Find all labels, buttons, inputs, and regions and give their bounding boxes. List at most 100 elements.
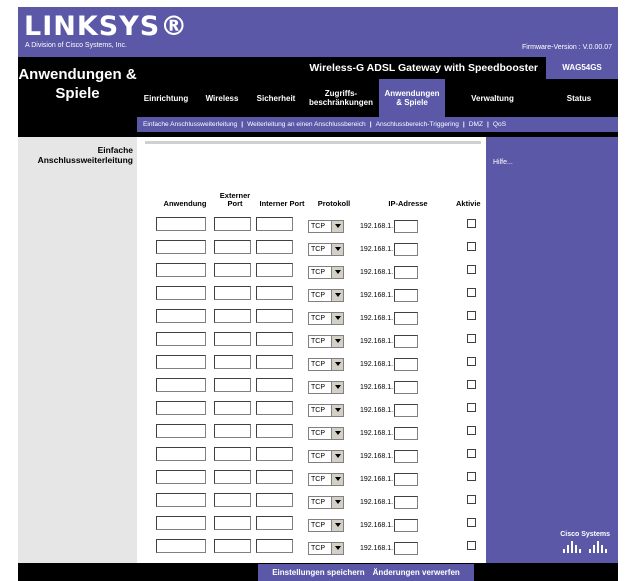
enabled-checkbox[interactable] <box>466 402 476 412</box>
tab-status[interactable]: Status <box>540 79 618 117</box>
ip-last-octet-input[interactable] <box>394 518 419 532</box>
enabled-checkbox[interactable] <box>466 471 476 481</box>
enabled-checkbox[interactable] <box>466 425 476 435</box>
ip-last-octet-input[interactable] <box>394 265 419 279</box>
subtab-anschlussbereich[interactable]: Weiterleitung an einen Anschlussbereich <box>247 121 366 128</box>
protocol-select[interactable]: TCP <box>308 242 344 256</box>
subtab-triggering[interactable]: Anschlussbereich-Triggering <box>376 121 459 128</box>
external-port-input[interactable] <box>214 423 251 438</box>
tab-sicherheit[interactable]: Sicherheit <box>249 79 303 117</box>
save-settings-button[interactable]: Einstellungen speichern <box>272 568 364 577</box>
external-port-input[interactable] <box>214 515 251 530</box>
application-name-input[interactable] <box>156 446 206 461</box>
internal-port-input[interactable] <box>256 216 293 231</box>
application-name-input[interactable] <box>156 377 206 392</box>
application-name-input[interactable] <box>156 492 206 507</box>
internal-port-input[interactable] <box>256 239 293 254</box>
discard-changes-button[interactable]: Änderungen verwerfen <box>373 568 460 577</box>
application-name-input[interactable] <box>156 538 206 553</box>
ip-last-octet-input[interactable] <box>394 357 419 371</box>
enabled-checkbox[interactable] <box>466 540 476 550</box>
enabled-checkbox[interactable] <box>466 333 476 343</box>
ip-last-octet-input[interactable] <box>394 449 419 463</box>
ip-last-octet-input[interactable] <box>394 311 419 325</box>
ip-last-octet-input[interactable] <box>394 426 419 440</box>
internal-port-input[interactable] <box>256 285 293 300</box>
external-port-input[interactable] <box>214 285 251 300</box>
protocol-select[interactable]: TCP <box>308 288 344 302</box>
help-link[interactable]: Hilfe... <box>493 159 513 166</box>
application-name-input[interactable] <box>156 469 206 484</box>
internal-port-input[interactable] <box>256 515 293 530</box>
enabled-checkbox[interactable] <box>466 310 476 320</box>
application-name-input[interactable] <box>156 354 206 369</box>
application-name-input[interactable] <box>156 400 206 415</box>
internal-port-input[interactable] <box>256 262 293 277</box>
ip-last-octet-input[interactable] <box>394 288 419 302</box>
protocol-select[interactable]: TCP <box>308 541 344 555</box>
internal-port-input[interactable] <box>256 423 293 438</box>
external-port-input[interactable] <box>214 354 251 369</box>
enabled-checkbox[interactable] <box>466 218 476 228</box>
protocol-select[interactable]: TCP <box>308 311 344 325</box>
enabled-checkbox[interactable] <box>466 356 476 366</box>
enabled-checkbox[interactable] <box>466 264 476 274</box>
tab-wireless[interactable]: Wireless <box>195 79 249 117</box>
internal-port-input[interactable] <box>256 400 293 415</box>
protocol-select[interactable]: TCP <box>308 334 344 348</box>
tab-anwendungen-spiele[interactable]: Anwendungen & Spiele <box>379 79 445 117</box>
external-port-input[interactable] <box>214 308 251 323</box>
enabled-checkbox[interactable] <box>466 241 476 251</box>
internal-port-input[interactable] <box>256 308 293 323</box>
enabled-checkbox[interactable] <box>466 517 476 527</box>
protocol-select[interactable]: TCP <box>308 357 344 371</box>
tab-einrichtung[interactable]: Einrichtung <box>137 79 195 117</box>
protocol-select[interactable]: TCP <box>308 495 344 509</box>
application-name-input[interactable] <box>156 331 206 346</box>
protocol-select[interactable]: TCP <box>308 265 344 279</box>
ip-last-octet-input[interactable] <box>394 403 419 417</box>
subtab-einfache-anschlussweiterleitung[interactable]: Einfache Anschlussweiterleitung <box>143 121 237 128</box>
ip-last-octet-input[interactable] <box>394 219 419 233</box>
protocol-select[interactable]: TCP <box>308 518 344 532</box>
application-name-input[interactable] <box>156 239 206 254</box>
application-name-input[interactable] <box>156 262 206 277</box>
external-port-input[interactable] <box>214 331 251 346</box>
application-name-input[interactable] <box>156 423 206 438</box>
ip-last-octet-input[interactable] <box>394 242 419 256</box>
external-port-input[interactable] <box>214 262 251 277</box>
application-name-input[interactable] <box>156 285 206 300</box>
ip-last-octet-input[interactable] <box>394 541 419 555</box>
subtab-dmz[interactable]: DMZ <box>469 121 483 128</box>
subtab-qos[interactable]: QoS <box>493 121 506 128</box>
ip-last-octet-input[interactable] <box>394 380 419 394</box>
external-port-input[interactable] <box>214 400 251 415</box>
internal-port-input[interactable] <box>256 492 293 507</box>
external-port-input[interactable] <box>214 469 251 484</box>
ip-last-octet-input[interactable] <box>394 334 419 348</box>
protocol-select[interactable]: TCP <box>308 426 344 440</box>
application-name-input[interactable] <box>156 308 206 323</box>
internal-port-input[interactable] <box>256 377 293 392</box>
tab-verwaltung[interactable]: Verwaltung <box>445 79 540 117</box>
external-port-input[interactable] <box>214 538 251 553</box>
internal-port-input[interactable] <box>256 354 293 369</box>
application-name-input[interactable] <box>156 515 206 530</box>
external-port-input[interactable] <box>214 492 251 507</box>
external-port-input[interactable] <box>214 377 251 392</box>
internal-port-input[interactable] <box>256 538 293 553</box>
protocol-select[interactable]: TCP <box>308 472 344 486</box>
protocol-select[interactable]: TCP <box>308 449 344 463</box>
enabled-checkbox[interactable] <box>466 494 476 504</box>
enabled-checkbox[interactable] <box>466 287 476 297</box>
external-port-input[interactable] <box>214 239 251 254</box>
tab-zugriffsbeschraenkungen[interactable]: Zugriffs-beschränkungen <box>303 79 379 117</box>
ip-last-octet-input[interactable] <box>394 495 419 509</box>
protocol-select[interactable]: TCP <box>308 380 344 394</box>
external-port-input[interactable] <box>214 216 251 231</box>
protocol-select[interactable]: TCP <box>308 219 344 233</box>
enabled-checkbox[interactable] <box>466 379 476 389</box>
ip-last-octet-input[interactable] <box>394 472 419 486</box>
external-port-input[interactable] <box>214 446 251 461</box>
application-name-input[interactable] <box>156 216 206 231</box>
